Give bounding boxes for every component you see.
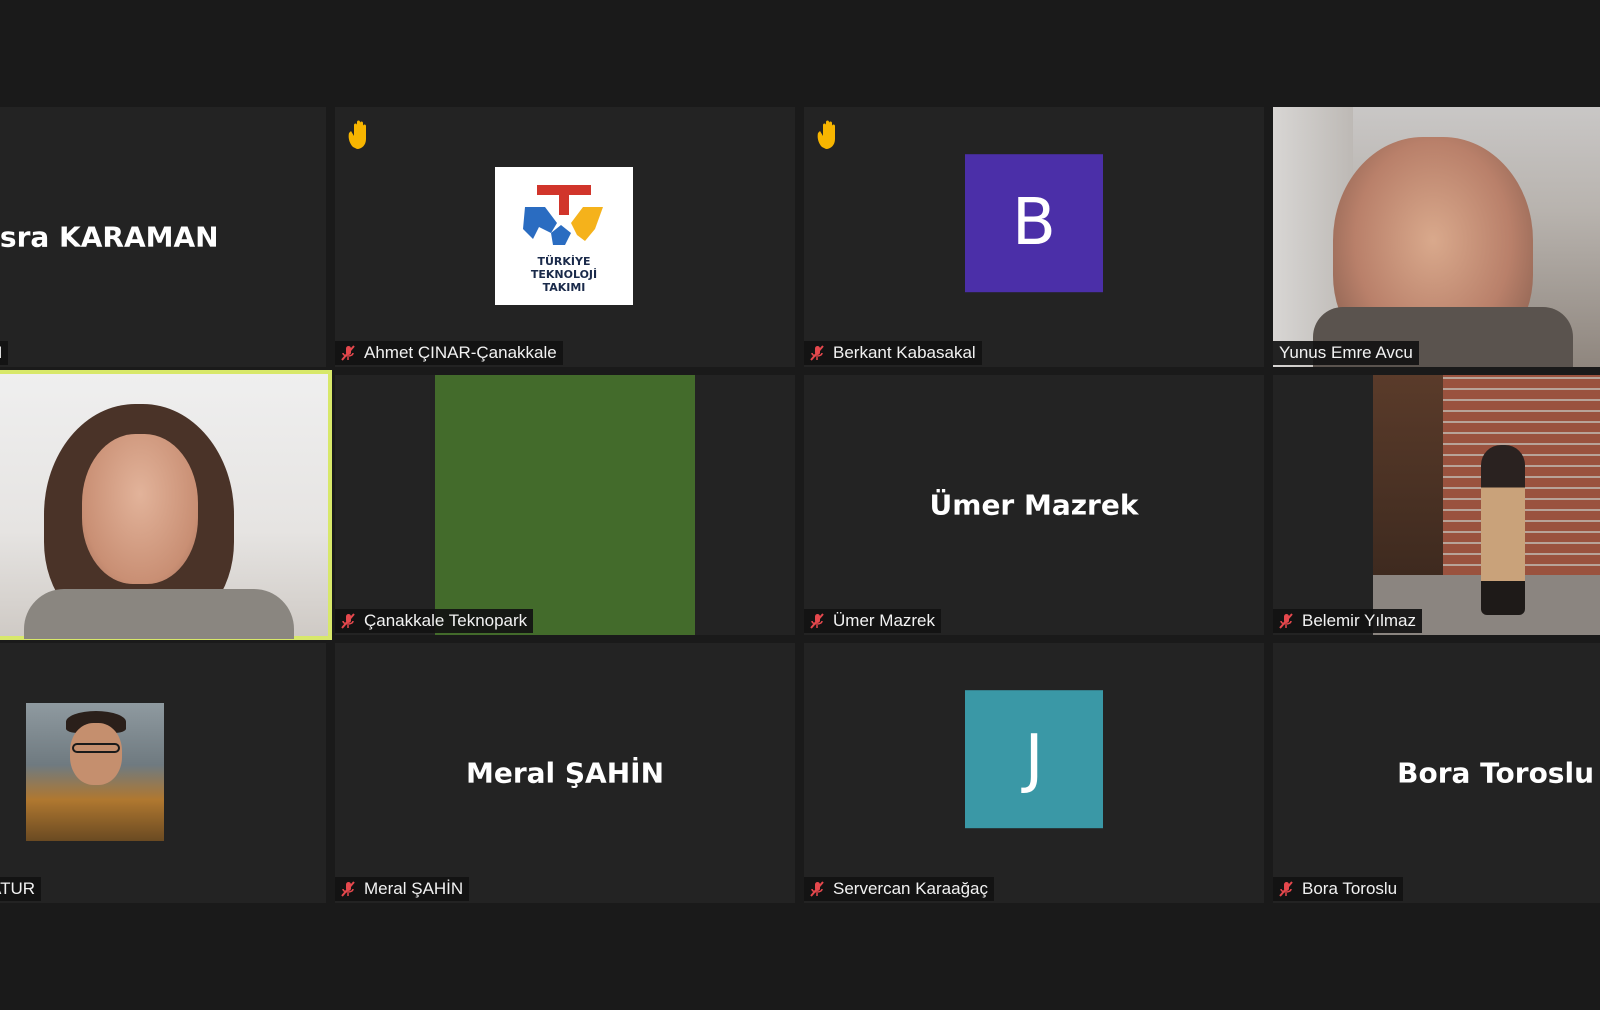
muted-microphone-icon [341,613,355,629]
organization-logo: TÜRKİYE TEKNOLOJİ TAKIMI [495,167,633,305]
participant-tile[interactable]: Ümer Mazrek Ümer Mazrek [804,375,1264,635]
participant-name-label: N [0,341,2,365]
muted-microphone-icon [810,345,824,361]
logo-text-line: TEKNOLOJİ [530,268,598,281]
participant-name-label: Bora Toroslu [1302,879,1398,898]
participant-tile[interactable]: üsra KARAMAN N [0,107,326,367]
participant-name-label: ATUR [0,879,36,898]
participant-name-label: Ümer Mazrek [833,611,936,630]
participant-name-label: Servercan Karaağaç [833,879,988,898]
muted-microphone-icon [341,881,355,897]
participant-name-tag: ATUR [0,877,42,901]
participant-name-label: Çanakkale Teknopark [364,611,528,630]
muted-microphone-icon [810,881,824,897]
avatar: J [965,690,1103,829]
participant-name-tag: Ümer Mazrek [804,609,942,633]
participant-name-tag: Meral ŞAHİN [335,877,470,901]
muted-microphone-icon [1279,881,1293,897]
participant-name-label: Yunus Emre Avcu [1279,343,1413,362]
participant-tile[interactable]: Meral ŞAHİN Meral ŞAHİN [335,643,795,903]
participant-video [0,374,328,639]
participant-video [1273,107,1600,367]
raised-hand-icon [817,120,835,149]
participant-tile[interactable]: Bora Toroslu Bora Toroslu [1273,643,1600,903]
participant-tile[interactable]: Belemir Yılmaz [1273,375,1600,635]
participant-tile[interactable]: B Berkant Kabasakal [804,107,1264,367]
logo-text-line: TAKIMI [542,281,586,294]
participant-name-tag: Belemir Yılmaz [1273,609,1422,633]
muted-microphone-icon [1279,613,1293,629]
participant-tile-active-speaker[interactable] [0,370,332,640]
participant-video [1373,375,1600,635]
muted-microphone-icon [810,613,824,629]
logo-text-line: TÜRKİYE [537,255,591,268]
participant-tile[interactable]: J Servercan Karaağaç [804,643,1264,903]
participant-name-tag: Ahmet ÇINAR-Çanakkale [335,341,563,365]
video-gallery: üsra KARAMAN N TÜRKİYE TEKNOLOJİ TAKIMI [0,0,1600,1010]
participant-name-tag: Berkant Kabasakal [804,341,982,365]
participant-name-label: Belemir Yılmaz [1302,611,1416,630]
participant-name-label: Berkant Kabasakal [833,343,976,362]
participant-display-name: üsra KARAMAN [0,220,219,254]
participant-name-tag: Çanakkale Teknopark [335,609,534,633]
participant-tile[interactable]: TÜRKİYE TEKNOLOJİ TAKIMI Ahmet ÇINAR-Çan… [335,107,795,367]
raised-hand-icon [348,120,366,149]
avatar [26,703,164,841]
participant-name-label: Meral ŞAHİN [364,879,464,898]
participant-name-tag: Yunus Emre Avcu [1273,341,1419,365]
participant-video [435,375,695,635]
participant-tile[interactable]: Yunus Emre Avcu [1273,107,1600,367]
participant-tile[interactable]: Çanakkale Teknopark [335,375,795,635]
participant-name-tag: Bora Toroslu [1273,877,1404,901]
participant-display-name: Ümer Mazrek [929,488,1139,522]
participant-display-name: Meral ŞAHİN [465,756,665,790]
participant-name-tag: Servercan Karaağaç [804,877,994,901]
muted-microphone-icon [341,345,355,361]
participant-display-name: Bora Toroslu [1397,756,1594,790]
participant-tile[interactable]: ATUR [0,643,326,903]
participant-name-label: Ahmet ÇINAR-Çanakkale [364,343,557,362]
avatar: B [965,154,1103,293]
participant-name-tag: N [0,341,9,365]
